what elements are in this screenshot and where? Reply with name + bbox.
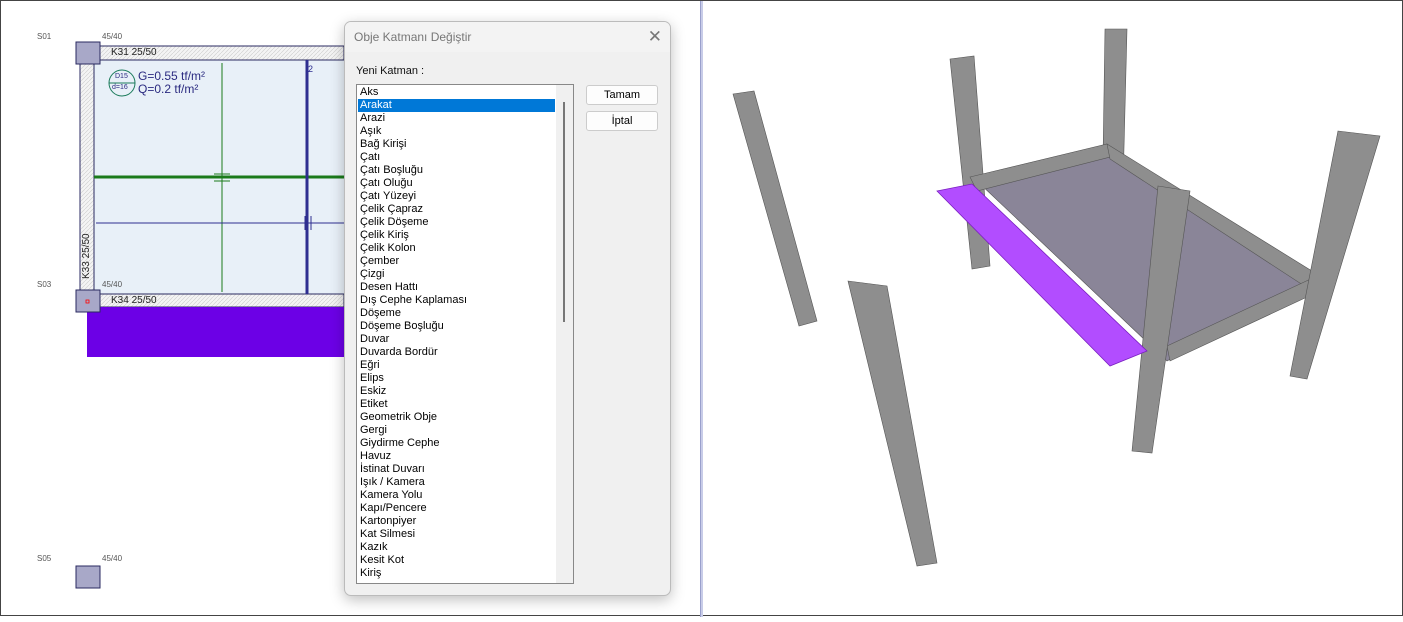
layer-item[interactable]: Kesit Kot xyxy=(358,554,555,567)
dialog-title-bar[interactable]: Obje Katmanı Değiştir ✕ xyxy=(345,22,670,52)
layer-item[interactable]: Çember xyxy=(358,255,555,268)
slab-thickness: d=16 xyxy=(112,84,128,91)
layer-item[interactable]: Döşeme Boşluğu xyxy=(358,320,555,333)
dialog-title: Obje Katmanı Değiştir xyxy=(354,30,472,44)
layer-item[interactable]: Çizgi xyxy=(358,268,555,281)
3d-view[interactable] xyxy=(703,1,1403,617)
layer-item[interactable]: İstinat Duvarı xyxy=(358,463,555,476)
column-3d[interactable] xyxy=(732,90,818,327)
layer-item[interactable]: Eğri xyxy=(358,359,555,372)
layer-item[interactable]: Elips xyxy=(358,372,555,385)
layer-item[interactable]: Döşeme xyxy=(358,307,555,320)
layer-item[interactable]: Dış Cephe Kaplaması xyxy=(358,294,555,307)
layer-item[interactable]: Çatı Oluğu xyxy=(358,177,555,190)
layer-item[interactable]: Geometrik Obje xyxy=(358,411,555,424)
layer-item[interactable]: Kazık xyxy=(358,541,555,554)
layer-item[interactable]: Çatı Boşluğu xyxy=(358,164,555,177)
layer-item[interactable]: Duvarda Bordür xyxy=(358,346,555,359)
layer-item[interactable]: Kiriş xyxy=(358,567,555,580)
layer-item[interactable]: Etiket xyxy=(358,398,555,411)
layer-item[interactable]: Aşık xyxy=(358,125,555,138)
scrollbar-thumb[interactable] xyxy=(563,102,565,322)
layer-listbox[interactable]: Aks Arakat Arazi Aşık Bağ Kirişi Çatı Çatı Boş… xyxy=(356,84,574,584)
layer-item[interactable]: Kartonpiyer xyxy=(358,515,555,528)
layer-item[interactable]: Çelik Döşeme xyxy=(358,216,555,229)
close-icon[interactable]: ✕ xyxy=(648,27,662,47)
new-layer-label: Yeni Katman : xyxy=(356,65,425,77)
change-layer-dialog: Obje Katmanı Değiştir ✕ Yeni Katman : Ak… xyxy=(344,21,671,596)
layer-item[interactable]: Eskiz xyxy=(358,385,555,398)
layer-item[interactable]: Çatı xyxy=(358,151,555,164)
beam-label: K31 25/50 xyxy=(111,47,157,58)
layer-item[interactable]: Giydirme Cephe xyxy=(358,437,555,450)
column-size: 45/40 xyxy=(102,32,123,41)
scrollbar[interactable] xyxy=(556,85,573,583)
column-size: 45/40 xyxy=(102,280,123,289)
layer-item[interactable]: Çelik Kolon xyxy=(358,242,555,255)
layer-item[interactable]: Kat Silmesi xyxy=(358,528,555,541)
column-s01[interactable] xyxy=(75,41,101,65)
layer-item[interactable]: Arazi xyxy=(358,112,555,125)
layer-item[interactable]: Çelik Kiriş xyxy=(358,229,555,242)
dead-load: G=0.55 tf/m² xyxy=(138,69,206,83)
3d-model[interactable] xyxy=(703,1,1403,617)
layer-item[interactable]: Işık / Kamera xyxy=(358,476,555,489)
layer-item[interactable]: Çelik Çapraz xyxy=(358,203,555,216)
layer-item[interactable]: Kapı/Pencere xyxy=(358,502,555,515)
column-size: 45/40 xyxy=(102,554,123,563)
column-label: S03 xyxy=(37,280,52,289)
layer-item[interactable]: Aks xyxy=(358,86,555,99)
layer-item[interactable]: Çatı Yüzeyi xyxy=(358,190,555,203)
beam-label: K33 25/50 xyxy=(81,233,92,279)
column-label: S05 xyxy=(37,554,52,563)
axis-label: 2 xyxy=(308,64,314,74)
layer-item[interactable]: Desen Hattı xyxy=(358,281,555,294)
layer-item[interactable]: Bağ Kirişi xyxy=(358,138,555,151)
column-label: S01 xyxy=(37,32,52,41)
selected-object[interactable] xyxy=(87,307,344,357)
slab-tag: D15 xyxy=(115,73,128,80)
cancel-button[interactable]: İptal xyxy=(586,111,658,131)
layer-item[interactable]: Havuz xyxy=(358,450,555,463)
layer-item[interactable]: Duvar xyxy=(358,333,555,346)
column-s03[interactable] xyxy=(75,289,101,313)
ok-button[interactable]: Tamam xyxy=(586,85,658,105)
beam-label: K34 25/50 xyxy=(111,295,157,306)
live-load: Q=0.2 tf/m² xyxy=(138,82,199,96)
layer-item[interactable]: Gergi xyxy=(358,424,555,437)
column-s05[interactable] xyxy=(75,565,101,589)
layer-item[interactable]: Kamera Yolu xyxy=(358,489,555,502)
layer-item[interactable]: Arakat xyxy=(358,99,555,112)
